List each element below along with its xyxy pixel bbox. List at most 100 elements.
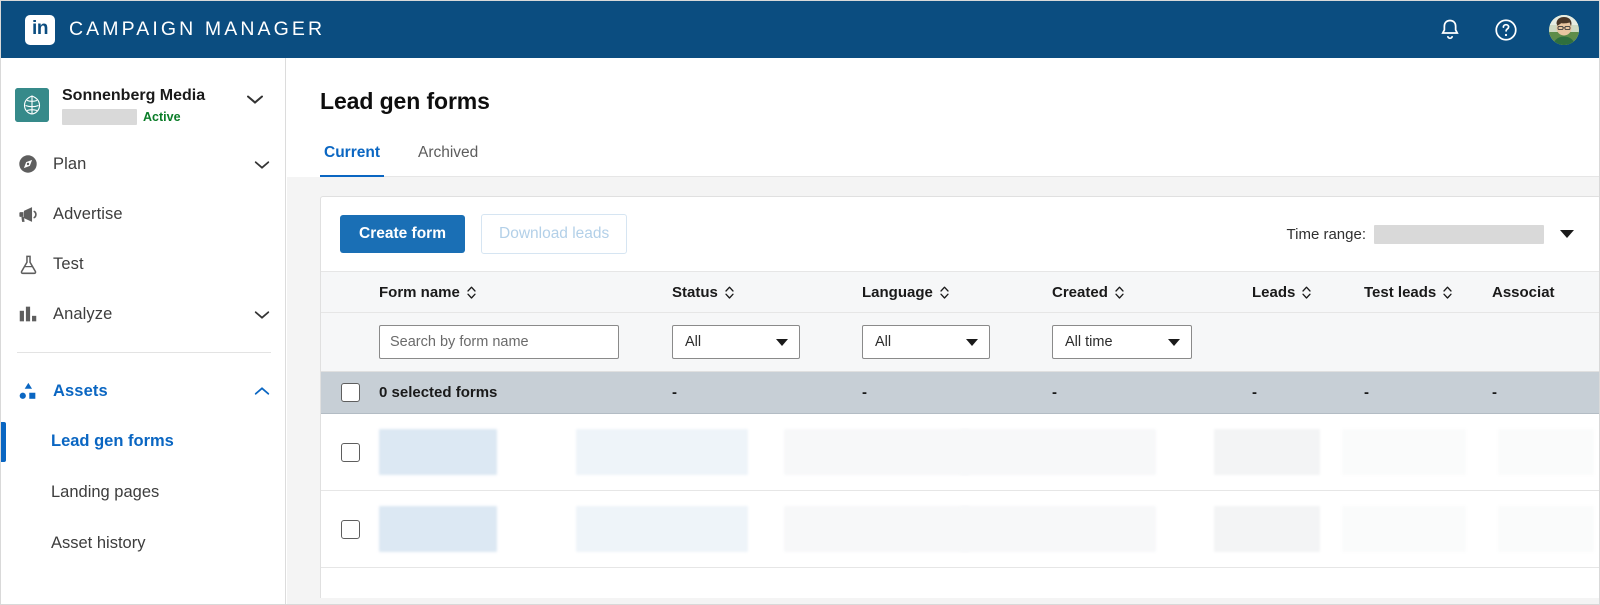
chevron-down-icon[interactable]	[249, 309, 271, 320]
account-subline: Active	[62, 109, 232, 125]
sidebar-item-assets[interactable]: Assets	[1, 366, 285, 416]
tab-bar: Current Archived	[320, 144, 1599, 177]
filter-status-cell: All	[672, 325, 862, 359]
sidebar-subitem-label: Asset history	[51, 534, 146, 552]
row-associated-cell	[1492, 506, 1599, 552]
chevron-down-icon	[776, 338, 788, 346]
sidebar-subitem-label: Landing pages	[51, 483, 160, 501]
column-header-leads[interactable]: Leads	[1252, 284, 1364, 301]
row-checkbox[interactable]	[340, 519, 360, 539]
row-test-leads-cell	[1342, 429, 1492, 475]
redacted-content	[576, 506, 748, 552]
sidebar: Sonnenberg Media Active Plan Advertise T…	[1, 58, 286, 604]
sidebar-item-label: Assets	[53, 381, 108, 400]
chevron-up-icon[interactable]	[249, 386, 271, 397]
sidebar-item-label: Test	[53, 254, 84, 273]
sort-icon	[466, 285, 477, 300]
sidebar-item-test[interactable]: Test	[1, 239, 285, 289]
column-label: Created	[1052, 283, 1108, 301]
sidebar-item-analyze[interactable]: Analyze	[1, 289, 285, 339]
created-filter-dropdown[interactable]: All time	[1052, 325, 1192, 359]
column-header-created[interactable]: Created	[1052, 284, 1252, 301]
account-info: Sonnenberg Media Active	[62, 86, 232, 125]
row-associated-cell	[1492, 429, 1599, 475]
shapes-icon	[15, 378, 41, 404]
column-header-associated[interactable]: Associat	[1492, 283, 1599, 301]
sidebar-item-advertise[interactable]: Advertise	[1, 189, 285, 239]
redacted-content	[1342, 429, 1466, 475]
tab-archived[interactable]: Archived	[414, 144, 482, 177]
redacted-content	[960, 429, 1156, 475]
table-filter-row: All All All time	[321, 313, 1599, 372]
language-filter-value: All	[875, 334, 892, 350]
create-form-button[interactable]: Create form	[340, 215, 465, 253]
sidebar-item-plan[interactable]: Plan	[1, 139, 285, 189]
notifications-bell-icon[interactable]	[1437, 17, 1463, 43]
chevron-down-icon[interactable]	[249, 159, 271, 170]
linkedin-logo-icon: in	[25, 14, 55, 45]
forms-table-card: Create form Download leads Time range: F…	[320, 196, 1599, 598]
sort-icon	[1114, 285, 1125, 300]
redacted-content	[1498, 429, 1594, 475]
summary-created-value: -	[1052, 384, 1057, 401]
sort-icon	[1442, 285, 1453, 300]
table-row[interactable]	[321, 414, 1599, 491]
user-avatar[interactable]	[1549, 14, 1579, 45]
account-chevron-down-icon[interactable]	[245, 92, 271, 110]
sort-icon	[939, 285, 950, 300]
search-input[interactable]	[379, 325, 619, 359]
redacted-content	[784, 506, 970, 552]
column-header-language[interactable]: Language	[862, 284, 1052, 301]
column-label: Associat	[1492, 283, 1555, 301]
redacted-content	[576, 429, 748, 475]
chevron-down-icon[interactable]	[1560, 230, 1574, 238]
sidebar-item-lead-gen-forms[interactable]: Lead gen forms	[1, 416, 285, 467]
table-row[interactable]	[321, 491, 1599, 568]
page-header: Lead gen forms Current Archived	[287, 58, 1599, 177]
campaign-manager-app: in CAMPAIGN MANAGER Sonnenberg Media Act…	[0, 0, 1600, 605]
sidebar-item-asset-history[interactable]: Asset history	[1, 518, 285, 569]
tab-current[interactable]: Current	[320, 144, 384, 177]
column-header-status[interactable]: Status	[672, 284, 862, 301]
table-toolbar: Create form Download leads Time range:	[321, 197, 1599, 271]
row-test-leads-cell	[1342, 506, 1492, 552]
column-header-form-name[interactable]: Form name	[379, 284, 672, 301]
redacted-content	[1214, 429, 1320, 475]
sidebar-item-landing-pages[interactable]: Landing pages	[1, 467, 285, 518]
row-checkbox[interactable]	[340, 442, 360, 462]
summary-test-leads-value: -	[1364, 384, 1369, 401]
time-range-control[interactable]: Time range:	[1286, 224, 1578, 244]
download-leads-button[interactable]: Download leads	[481, 214, 628, 254]
language-filter-dropdown[interactable]: All	[862, 325, 990, 359]
status-filter-dropdown[interactable]: All	[672, 325, 800, 359]
summary-associated-value: -	[1492, 384, 1497, 401]
chevron-down-icon	[966, 338, 978, 346]
active-indicator-rail	[1, 422, 6, 462]
brand-logo-group[interactable]: in CAMPAIGN MANAGER	[25, 14, 325, 45]
sidebar-subitem-label: Lead gen forms	[51, 432, 174, 450]
sidebar-item-label: Plan	[53, 154, 87, 173]
account-logo-icon	[15, 88, 49, 122]
compass-icon	[15, 151, 41, 177]
redacted-content	[1342, 506, 1466, 552]
sidebar-nav: Plan Advertise Test Analyze Assets Lead …	[1, 139, 285, 569]
selection-summary-row: 0 selected forms - - - - - -	[321, 372, 1599, 414]
account-switcher[interactable]: Sonnenberg Media Active	[1, 58, 285, 125]
sort-icon	[724, 285, 735, 300]
page-title: Lead gen forms	[320, 88, 490, 114]
sidebar-item-label: Analyze	[53, 304, 113, 323]
column-label: Leads	[1252, 283, 1296, 301]
column-label: Form name	[379, 283, 460, 301]
redacted-content	[379, 506, 497, 552]
selected-count-label: 0 selected forms	[379, 384, 498, 401]
megaphone-icon	[15, 201, 41, 227]
sidebar-item-label: Advertise	[53, 204, 123, 223]
redacted-content	[960, 506, 1156, 552]
help-question-icon[interactable]	[1493, 17, 1519, 43]
select-all-checkbox[interactable]	[340, 383, 360, 402]
column-header-test-leads[interactable]: Test leads	[1364, 284, 1492, 301]
summary-leads-value: -	[1252, 384, 1257, 401]
row-select-cell	[321, 519, 379, 539]
time-range-label: Time range:	[1286, 225, 1366, 243]
sort-icon	[1301, 285, 1312, 300]
